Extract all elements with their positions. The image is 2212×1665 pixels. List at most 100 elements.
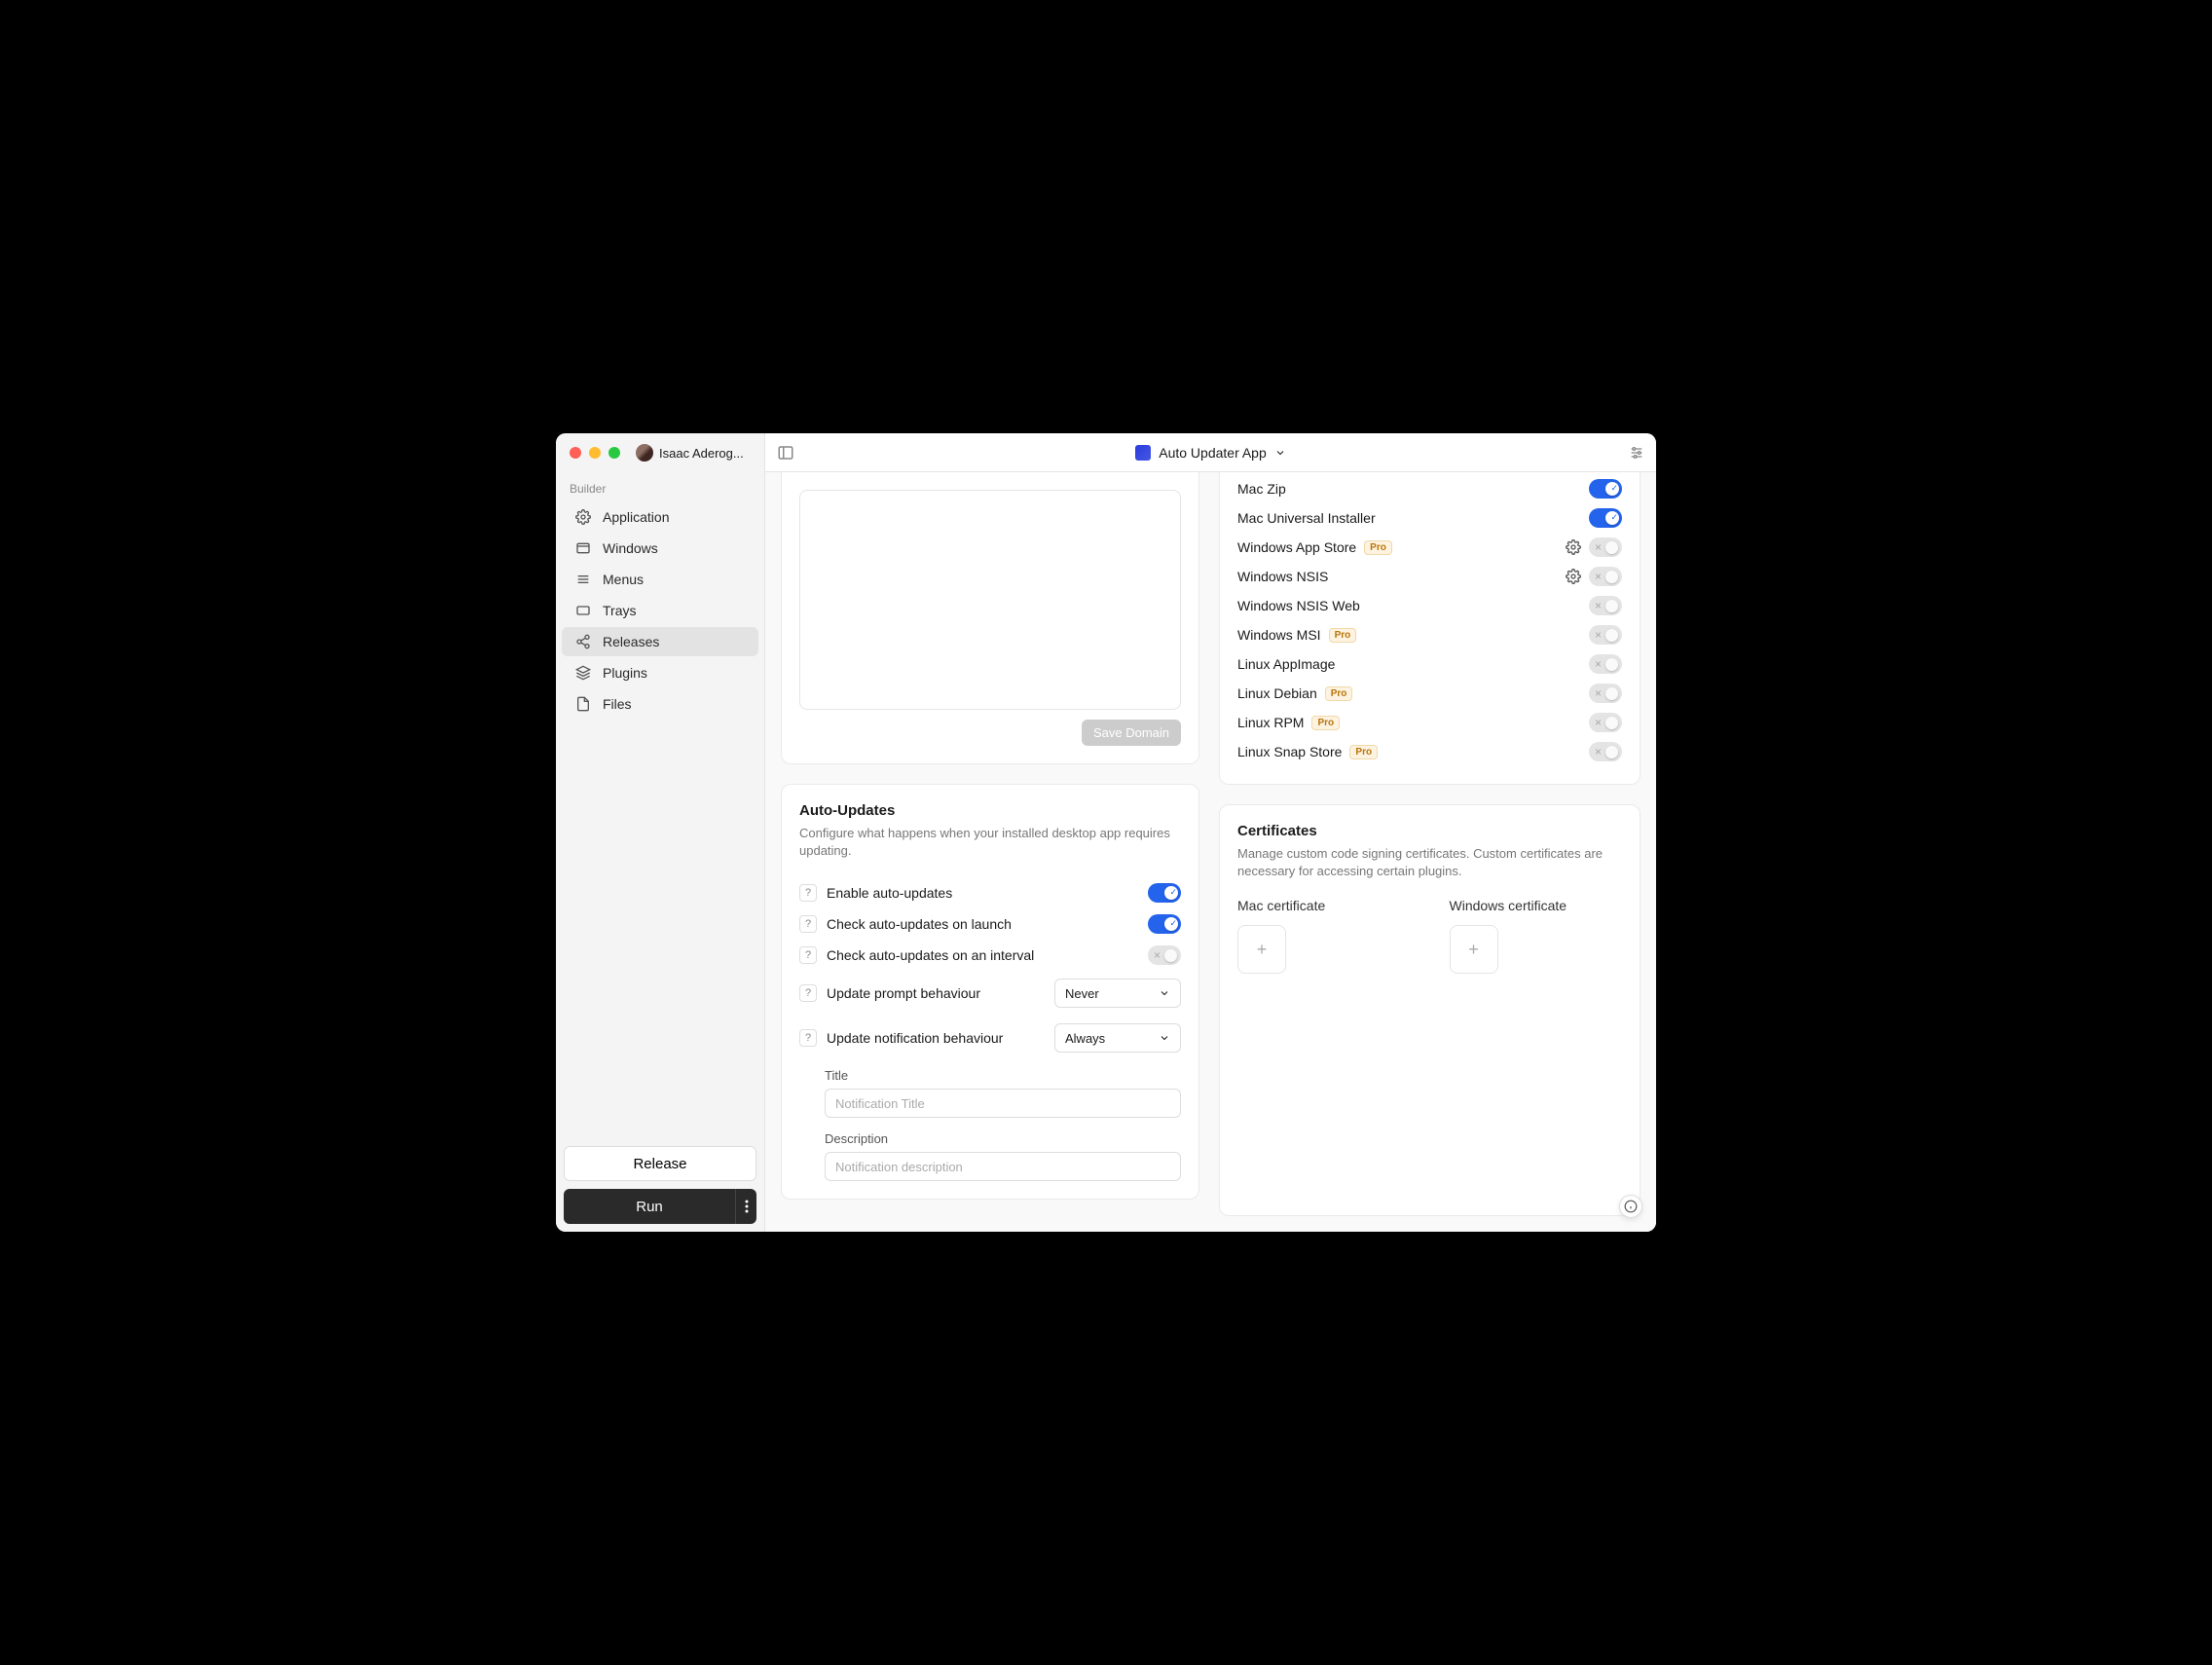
enable-auto-updates-row: ? Enable auto-updates ✓ (799, 877, 1181, 908)
target-row: Mac Universal Installer ✓ (1237, 503, 1622, 533)
check-interval-row: ? Check auto-updates on an interval (799, 940, 1181, 971)
chevron-down-icon (1159, 987, 1170, 999)
run-button[interactable]: Run (564, 1189, 735, 1224)
target-toggle[interactable] (1589, 684, 1622, 703)
target-row: Linux RPM Pro (1237, 708, 1622, 737)
target-toggle[interactable] (1589, 537, 1622, 557)
target-name: Linux Debian (1237, 685, 1317, 701)
notification-title-input[interactable] (825, 1089, 1181, 1118)
target-row: Windows App StorePro (1237, 533, 1622, 562)
check-launch-toggle[interactable]: ✓ (1148, 914, 1181, 934)
window-icon (575, 540, 591, 556)
enable-auto-updates-label: Enable auto-updates (827, 885, 1138, 901)
dots-vertical-icon (745, 1200, 749, 1213)
save-domain-button[interactable]: Save Domain (1082, 720, 1181, 746)
target-row: Linux Snap Store Pro (1237, 737, 1622, 766)
sidebar-item-label: Application (603, 509, 670, 525)
target-name: Windows App Store (1237, 539, 1356, 555)
gear-icon[interactable] (1566, 569, 1581, 584)
sidebar: Isaac Aderog... Builder Application Wind… (556, 433, 765, 1232)
target-row: Linux Debian Pro (1237, 679, 1622, 708)
target-toggle[interactable]: ✓ (1589, 508, 1622, 528)
sidebar-item-trays[interactable]: Trays (562, 596, 758, 625)
target-row: Mac Zip✓ (1237, 474, 1622, 503)
pro-badge: Pro (1349, 745, 1378, 759)
target-name: Windows MSI (1237, 627, 1321, 643)
avatar (636, 444, 653, 462)
help-icon[interactable]: ? (799, 1029, 817, 1047)
notification-title-label: Title (825, 1068, 1181, 1083)
sidebar-footer: Release Run (556, 1138, 764, 1232)
sidebar-item-releases[interactable]: Releases (562, 627, 758, 656)
help-icon[interactable]: ? (799, 915, 817, 933)
help-icon[interactable]: ? (799, 984, 817, 1002)
app-title-label: Auto Updater App (1159, 445, 1267, 461)
enable-auto-updates-toggle[interactable]: ✓ (1148, 883, 1181, 903)
sidebar-item-label: Trays (603, 603, 636, 618)
sidebar-item-label: Windows (603, 540, 658, 556)
sidebar-item-files[interactable]: Files (562, 689, 758, 719)
sidebar-item-label: Files (603, 696, 632, 712)
sidebar-item-plugins[interactable]: Plugins (562, 658, 758, 687)
notif-behaviour-select[interactable]: Always (1054, 1023, 1181, 1053)
mac-cert-col: Mac certificate + (1237, 898, 1411, 974)
build-targets-card: Mac Zip✓ Mac Universal Installer ✓ Windows … (1219, 472, 1641, 785)
win-cert-col: Windows certificate + (1450, 898, 1623, 974)
notif-behaviour-row: ? Update notification behaviour Always (799, 1016, 1181, 1060)
target-toggle[interactable] (1589, 713, 1622, 732)
target-name: Windows NSIS (1237, 569, 1328, 584)
notif-value: Always (1065, 1031, 1105, 1046)
mac-cert-label: Mac certificate (1237, 898, 1411, 913)
target-name: Linux Snap Store (1237, 744, 1342, 759)
notification-desc-input[interactable] (825, 1152, 1181, 1181)
add-mac-cert-button[interactable]: + (1237, 925, 1286, 974)
chevron-down-icon (1159, 1032, 1170, 1044)
sidebar-item-menus[interactable]: Menus (562, 565, 758, 594)
notif-behaviour-label: Update notification behaviour (827, 1030, 1045, 1046)
target-toggle[interactable] (1589, 742, 1622, 761)
app-window: Isaac Aderog... Builder Application Wind… (556, 433, 1656, 1232)
username-label: Isaac Aderog... (659, 446, 744, 461)
help-icon[interactable]: ? (799, 884, 817, 902)
prompt-behaviour-label: Update prompt behaviour (827, 985, 1045, 1001)
domain-input-area[interactable] (799, 490, 1181, 710)
check-interval-toggle[interactable] (1148, 945, 1181, 965)
prompt-behaviour-select[interactable]: Never (1054, 979, 1181, 1008)
target-toggle[interactable] (1589, 596, 1622, 615)
pro-badge: Pro (1325, 686, 1353, 701)
release-button[interactable]: Release (564, 1146, 756, 1181)
close-window-icon[interactable] (570, 447, 581, 459)
app-title-dropdown[interactable]: Auto Updater App (1135, 445, 1286, 461)
target-row: Windows MSI Pro (1237, 620, 1622, 649)
gear-icon (575, 509, 591, 525)
target-row: Linux AppImage (1237, 649, 1622, 679)
tray-icon (575, 603, 591, 618)
run-menu-button[interactable] (735, 1189, 756, 1224)
target-toggle[interactable] (1589, 654, 1622, 674)
info-button[interactable] (1619, 1195, 1642, 1218)
maximize-window-icon[interactable] (608, 447, 620, 459)
chevron-down-icon (1274, 447, 1286, 459)
sidebar-toggle-icon[interactable] (777, 444, 794, 462)
add-win-cert-button[interactable]: + (1450, 925, 1498, 974)
auto-updates-desc: Configure what happens when your install… (799, 825, 1181, 860)
sidebar-item-application[interactable]: Application (562, 502, 758, 532)
notification-desc-group: Description (799, 1131, 1181, 1181)
app-icon (1135, 445, 1151, 461)
certificates-card: Certificates Manage custom code signing … (1219, 804, 1641, 1216)
sidebar-item-windows[interactable]: Windows (562, 534, 758, 563)
target-toggle[interactable] (1589, 567, 1622, 586)
minimize-window-icon[interactable] (589, 447, 601, 459)
target-name: Linux RPM (1237, 715, 1304, 730)
pro-badge: Pro (1311, 716, 1340, 730)
win-cert-label: Windows certificate (1450, 898, 1623, 913)
target-toggle[interactable]: ✓ (1589, 479, 1622, 499)
gear-icon[interactable] (1566, 539, 1581, 555)
help-icon[interactable]: ? (799, 946, 817, 964)
target-name: Mac Universal Installer (1237, 510, 1376, 526)
toolbar-settings-icon[interactable] (1629, 445, 1644, 461)
prompt-value: Never (1065, 986, 1099, 1001)
prompt-behaviour-row: ? Update prompt behaviour Never (799, 971, 1181, 1016)
target-toggle[interactable] (1589, 625, 1622, 645)
pro-badge: Pro (1329, 628, 1357, 643)
